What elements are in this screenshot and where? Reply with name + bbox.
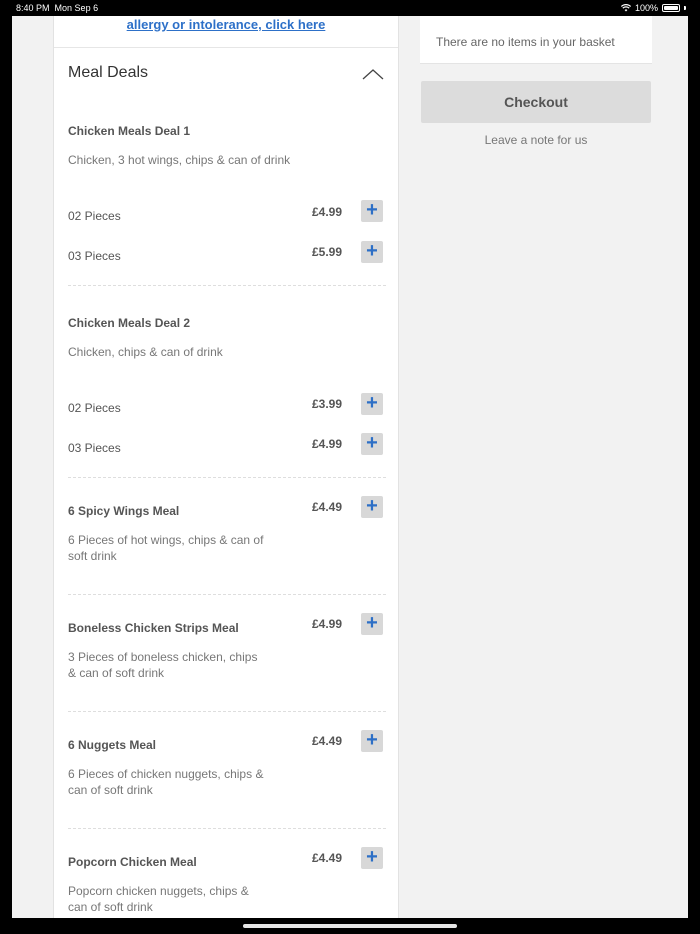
meal-description: 6 Pieces of hot wings, chips & can of so… xyxy=(68,533,264,563)
menu-column: allergy or intolerance, click here Meal … xyxy=(53,16,399,918)
battery-icon xyxy=(662,4,680,12)
app-screen: allergy or intolerance, click here Meal … xyxy=(12,16,688,918)
meal-description: 3 Pieces of boneless chicken, chips & ca… xyxy=(68,650,258,680)
option-label: 02 Pieces xyxy=(68,401,121,415)
add-button[interactable]: + xyxy=(361,496,383,518)
option-label: 03 Pieces xyxy=(68,249,121,263)
meal-description: 6 Pieces of chicken nuggets, chips & can… xyxy=(68,767,264,797)
wifi-icon xyxy=(620,4,631,12)
divider xyxy=(68,285,386,286)
add-button[interactable]: + xyxy=(361,613,383,635)
basket-empty-text: There are no items in your basket xyxy=(436,35,615,49)
divider xyxy=(68,477,386,478)
status-bar: 8:40 PM Mon Sep 6 100% xyxy=(0,0,700,16)
allergy-link[interactable]: allergy or intolerance, click here xyxy=(127,17,326,32)
checkout-button[interactable]: Checkout xyxy=(421,81,651,123)
option-price: £5.99 xyxy=(311,245,342,259)
add-button[interactable]: + xyxy=(361,241,383,263)
battery-percent: 100% xyxy=(634,3,658,13)
add-button[interactable]: + xyxy=(361,393,383,415)
deal-title: Chicken Meals Deal 1 xyxy=(68,124,191,138)
meal-title: Boneless Chicken Strips Meal xyxy=(68,621,239,635)
meal-price: £4.49 xyxy=(311,500,342,514)
meal-title: 6 Nuggets Meal xyxy=(68,738,157,752)
home-indicator[interactable] xyxy=(243,924,457,928)
leave-note-link[interactable]: Leave a note for us xyxy=(421,133,651,147)
meal-price: £4.49 xyxy=(311,851,342,865)
option-label: 03 Pieces xyxy=(68,441,121,455)
deal-description: Chicken, chips & can of drink xyxy=(68,345,223,359)
option-label: 02 Pieces xyxy=(68,209,121,223)
divider xyxy=(68,594,386,595)
section-title: Meal Deals xyxy=(68,64,149,81)
deal-title: Chicken Meals Deal 2 xyxy=(68,316,191,330)
add-button[interactable]: + xyxy=(361,200,383,222)
basket-card: There are no items in your basket xyxy=(420,16,652,64)
meal-description: Popcorn chicken nuggets, chips & can of … xyxy=(68,884,249,914)
chevron-up-icon[interactable] xyxy=(362,68,384,80)
option-price: £4.99 xyxy=(311,437,342,451)
deal-description: Chicken, 3 hot wings, chips & can of dri… xyxy=(68,153,291,167)
status-right: 100% xyxy=(620,1,686,15)
option-price: £4.99 xyxy=(311,205,342,219)
status-time: 8:40 PM Mon Sep 6 xyxy=(16,3,99,13)
meal-price: £4.99 xyxy=(311,617,342,631)
allergy-banner: allergy or intolerance, click here xyxy=(54,16,398,48)
add-button[interactable]: + xyxy=(361,847,383,869)
meal-title: Popcorn Chicken Meal xyxy=(68,855,197,869)
option-price: £3.99 xyxy=(311,397,342,411)
meal-title: 6 Spicy Wings Meal xyxy=(68,504,180,518)
meal-price: £4.49 xyxy=(311,734,342,748)
add-button[interactable]: + xyxy=(361,433,383,455)
add-button[interactable]: + xyxy=(361,730,383,752)
divider xyxy=(68,711,386,712)
divider xyxy=(68,828,386,829)
